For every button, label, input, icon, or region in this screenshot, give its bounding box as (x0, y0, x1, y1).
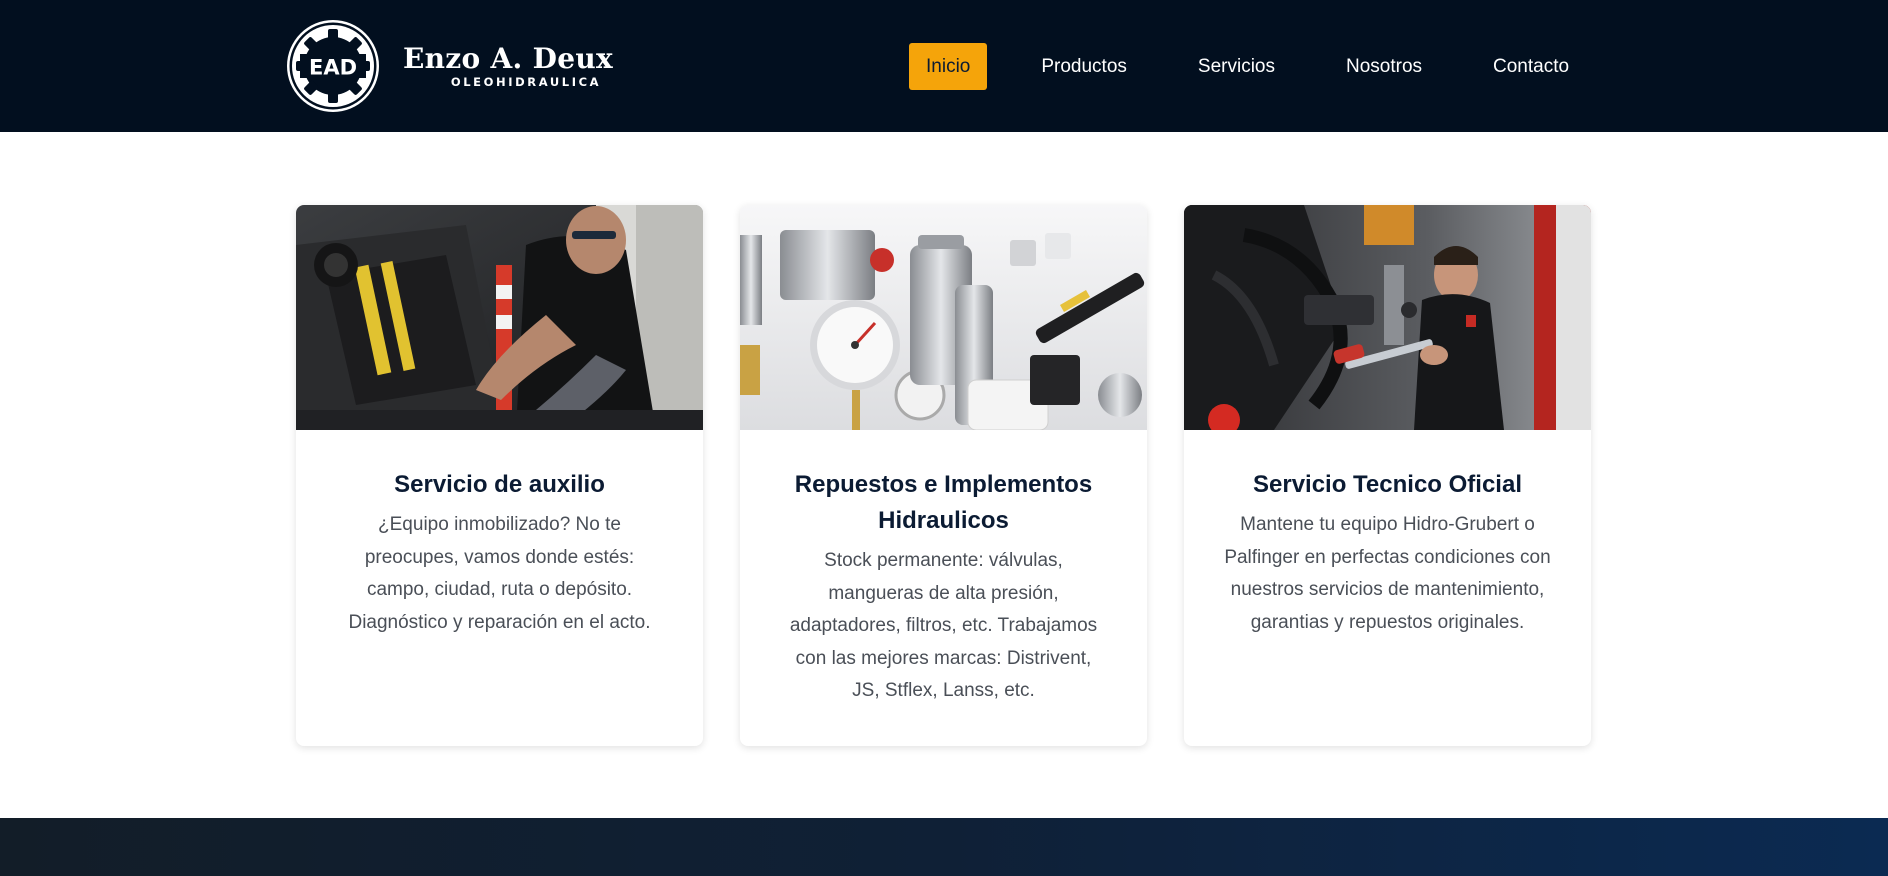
mechanic-repairing-machine-image (296, 205, 703, 430)
card-description: Mantene tu equipo Hidro-Grubert o Palfin… (1224, 514, 1551, 633)
brand-tagline: OLEOHIDRAULICA (450, 75, 602, 89)
card-title: Servicio de auxilio (394, 471, 605, 498)
service-card-tecnico[interactable]: Servicio Tecnico Oficial Mantene tu equi… (1184, 205, 1591, 746)
card-title: Servicio Tecnico Oficial (1253, 471, 1522, 498)
nav-item-nosotros[interactable]: Nosotros (1329, 43, 1439, 90)
nav-item-servicios[interactable]: Servicios (1181, 43, 1292, 90)
brand-name: Enzo A. Deux (403, 42, 613, 75)
card-description: ¿Equipo inmobilizado? No te preocupes, v… (348, 514, 651, 633)
nav-item-productos[interactable]: Productos (1024, 43, 1144, 90)
service-card-repuestos[interactable]: Repuestos e Implementos Hidraulicos Stoc… (740, 205, 1147, 746)
card-description: Stock permanente: válvulas, mangueras de… (789, 550, 1098, 701)
logo-badge-text: EAD (309, 56, 357, 80)
footer-band (0, 818, 1888, 876)
site-header: EAD Enzo A. Deux OLEOHIDRAULICA Inicio P… (0, 0, 1888, 132)
card-title: Repuestos e Implementos Hidraulicos (794, 471, 1093, 534)
service-card-auxilio[interactable]: Servicio de auxilio ¿Equipo inmobilizado… (296, 205, 703, 746)
main-nav: Inicio Productos Servicios Nosotros Cont… (909, 43, 1586, 90)
nav-item-inicio[interactable]: Inicio (909, 43, 988, 90)
brand-logo[interactable]: EAD Enzo A. Deux OLEOHIDRAULICA (286, 19, 613, 113)
brand-text: Enzo A. Deux OLEOHIDRAULICA (403, 42, 613, 90)
nav-item-contacto[interactable]: Contacto (1476, 43, 1586, 90)
technician-greasing-crane-image (1184, 205, 1591, 430)
gear-logo-icon: EAD (286, 19, 380, 113)
hydraulic-parts-image (740, 205, 1147, 430)
